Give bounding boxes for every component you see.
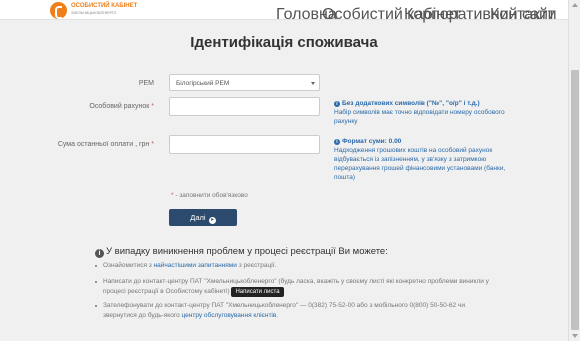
sum-help-text: Надходження грошових коштів на особовий … [334, 147, 506, 181]
sum-input[interactable] [169, 135, 320, 154]
account-input[interactable] [169, 97, 320, 116]
write-letter-button[interactable]: Написати листа [231, 287, 284, 297]
info-icon: i [334, 139, 340, 145]
sum-help-title: Формат суми: 0.00 [342, 138, 402, 145]
sum-label: Сума останньої оплати , грн * [57, 141, 154, 148]
required-asterisk: * [151, 141, 154, 148]
page-title: Ідентифікація споживача [190, 34, 378, 51]
vertical-scrollbar[interactable] [568, 0, 580, 341]
logo-icon [50, 1, 67, 19]
scroll-down-arrow-icon[interactable] [572, 334, 578, 338]
logo-title: ОСОБИСТИЙ КАБІНЕТ [71, 3, 138, 9]
required-note: * - заповнити обов'язково [171, 192, 248, 199]
list-item: Ознайомитися з найчастішими запитаннями … [95, 261, 495, 271]
arrow-right-circle-icon: ➤ [208, 217, 216, 224]
next-button[interactable]: Далі ➤ [169, 209, 237, 226]
rem-select[interactable]: Білогірський РЕМ [169, 74, 320, 91]
faq-link[interactable]: найчастішими запитаннями [154, 262, 237, 269]
top-navbar: ОСОБИСТИЙ КАБІНЕТ ХМЕЛЬНИЦЬКОБЛЕНЕРГО Го… [0, 0, 568, 23]
service-centers-link[interactable]: центру обслуговування клієнтів [182, 312, 277, 319]
problems-heading: iУ випадку виникнення проблем у процесі … [95, 246, 388, 258]
account-help-text: Набір символів має точно відповідати ном… [334, 109, 505, 125]
rem-label: РЕМ [138, 80, 154, 87]
list-item: Зателефонувати до контакт-центру ПАТ "Хм… [95, 301, 495, 321]
list-item: Написати до контакт-центру ПАТ "Хмельниц… [95, 277, 495, 297]
nav-contacts[interactable]: Контакти [490, 6, 557, 24]
logo-subtitle: ХМЕЛЬНИЦЬКОБЛЕНЕРГО [71, 11, 117, 15]
sum-help: i Формат суми: 0.00 Надходження грошових … [334, 137, 512, 182]
logo[interactable]: ОСОБИСТИЙ КАБІНЕТ ХМЕЛЬНИЦЬКОБЛЕНЕРГО [50, 0, 137, 20]
required-asterisk: * [151, 103, 154, 110]
scroll-thumb[interactable] [571, 70, 579, 330]
account-label: Особовий рахунок * [89, 103, 154, 110]
account-help: i Без додаткових символів ("№", "о/р" і т… [334, 99, 512, 126]
info-icon: i [95, 249, 104, 258]
scroll-up-arrow-icon[interactable] [572, 3, 578, 7]
rem-select-value: Білогірський РЕМ [176, 80, 230, 87]
account-help-title: Без додаткових символів ("№", "о/р" і т.… [342, 100, 480, 107]
chevron-down-icon [311, 82, 315, 85]
info-icon: i [334, 101, 340, 107]
